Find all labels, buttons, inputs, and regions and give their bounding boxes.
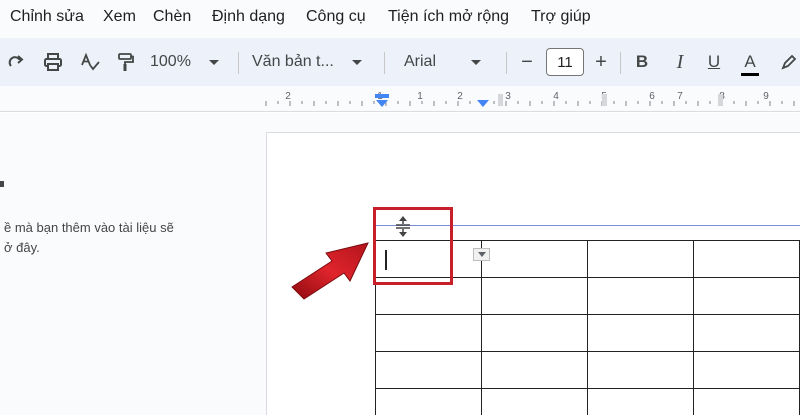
column-separator-marker[interactable] <box>498 94 503 106</box>
table-row <box>375 351 800 389</box>
underline-button[interactable]: U <box>704 38 724 86</box>
toolbar: 100% Văn bản t... Arial − 11 + B I U A <box>0 38 800 86</box>
menu-extensions[interactable]: Tiện ích mở rộng <box>388 8 509 26</box>
font-value: Arial <box>404 53 437 70</box>
table-cell[interactable] <box>693 314 800 352</box>
table-cell[interactable] <box>587 277 694 315</box>
ruler-label: 2 <box>285 91 291 102</box>
table-cell[interactable] <box>375 388 482 415</box>
outline-hint-text: ề mà bạn thêm vào tài liệu sẽ ở đây. <box>4 218 254 258</box>
highlighter-pen-icon <box>781 54 797 70</box>
table-cell[interactable] <box>375 351 482 389</box>
cell-menu-button[interactable] <box>473 248 490 261</box>
ruler-label: 6 <box>649 91 655 102</box>
table-cell[interactable] <box>481 240 588 278</box>
menu-tools[interactable]: Công cụ <box>306 8 366 26</box>
menu-edit[interactable]: Chỉnh sửa <box>10 8 84 26</box>
paragraph-style-value: Văn bản t... <box>252 53 334 70</box>
menu-bar: Chỉnh sửa Xem Chèn Định dạng Công cụ Tiệ… <box>0 0 800 38</box>
menu-format[interactable]: Định dạng <box>212 8 285 26</box>
zoom-value: 100% <box>150 53 191 70</box>
ruler-label: 9 <box>763 91 769 102</box>
highlight-color-button[interactable] <box>778 38 800 86</box>
print-button[interactable] <box>40 38 66 86</box>
outline-bullet <box>0 181 4 187</box>
outline-hint-line-1: ề mà bạn thêm vào tài liệu sẽ <box>4 220 174 235</box>
paint-roller-icon <box>118 53 134 71</box>
document-outline-panel <box>0 113 262 415</box>
outline-hint-line-2: ở đây. <box>4 240 40 255</box>
text-color-button[interactable]: A <box>740 38 760 86</box>
ruler-label: 3 <box>505 91 511 102</box>
toolbar-divider <box>384 52 385 74</box>
print-icon <box>44 53 62 71</box>
table-row <box>375 388 800 415</box>
chevron-down-icon <box>477 252 486 257</box>
column-separator-marker[interactable] <box>602 94 607 106</box>
table-cell[interactable] <box>481 314 588 352</box>
table-cell[interactable] <box>587 351 694 389</box>
toolbar-divider <box>506 52 507 74</box>
table-cell[interactable] <box>693 351 800 389</box>
indent-marker[interactable] <box>477 100 489 107</box>
table-row <box>375 314 800 352</box>
zoom-select[interactable]: 100% <box>150 38 228 86</box>
chevron-down-icon <box>351 59 362 65</box>
chevron-down-icon <box>471 59 482 65</box>
table-cell[interactable] <box>587 388 694 415</box>
table-cell[interactable] <box>587 240 694 278</box>
table-cell[interactable] <box>693 240 800 278</box>
decrease-font-size-button[interactable]: − <box>516 38 538 86</box>
bold-button[interactable]: B <box>632 38 652 86</box>
menu-view[interactable]: Xem <box>103 8 136 26</box>
toolbar-divider <box>238 52 239 74</box>
font-select[interactable]: Arial <box>404 38 496 86</box>
spellcheck-button[interactable] <box>78 38 102 86</box>
italic-icon: I <box>676 50 684 73</box>
menu-help[interactable]: Trợ giúp <box>531 8 591 26</box>
spellcheck-icon <box>81 52 100 71</box>
ruler-label: 2 <box>457 91 463 102</box>
chevron-down-icon <box>208 59 219 65</box>
underline-icon: U <box>707 52 721 71</box>
column-separator-marker[interactable] <box>718 94 723 106</box>
table-cell[interactable] <box>693 277 800 315</box>
table-cell[interactable] <box>375 314 482 352</box>
text-color-swatch <box>741 73 759 76</box>
ruler-label: 4 <box>553 91 559 102</box>
annotation-highlight-box <box>373 207 453 285</box>
paint-format-button[interactable] <box>114 38 138 86</box>
redo-button[interactable] <box>4 38 28 86</box>
first-line-indent-marker[interactable] <box>375 94 389 98</box>
text-color-icon: A <box>741 52 759 76</box>
table-cell[interactable] <box>693 388 800 415</box>
paragraph-style-select[interactable]: Văn bản t... <box>252 38 372 86</box>
text-color-letter: A <box>744 52 756 71</box>
horizontal-ruler[interactable]: 21123456789 <box>262 88 800 110</box>
table-cell[interactable] <box>481 388 588 415</box>
redo-icon <box>8 55 24 67</box>
ruler-label: 1 <box>417 91 423 102</box>
bold-icon: B <box>635 52 649 71</box>
table-cell[interactable] <box>481 277 588 315</box>
italic-button[interactable]: I <box>670 38 690 86</box>
menu-insert[interactable]: Chèn <box>153 8 191 26</box>
table-cell[interactable] <box>481 351 588 389</box>
toolbar-divider <box>620 52 621 74</box>
table-cell[interactable] <box>587 314 694 352</box>
ruler-label: 7 <box>677 91 683 102</box>
annotation-arrow-icon <box>291 242 369 300</box>
increase-font-size-button[interactable]: + <box>590 38 612 86</box>
font-size-input[interactable]: 11 <box>546 48 584 76</box>
